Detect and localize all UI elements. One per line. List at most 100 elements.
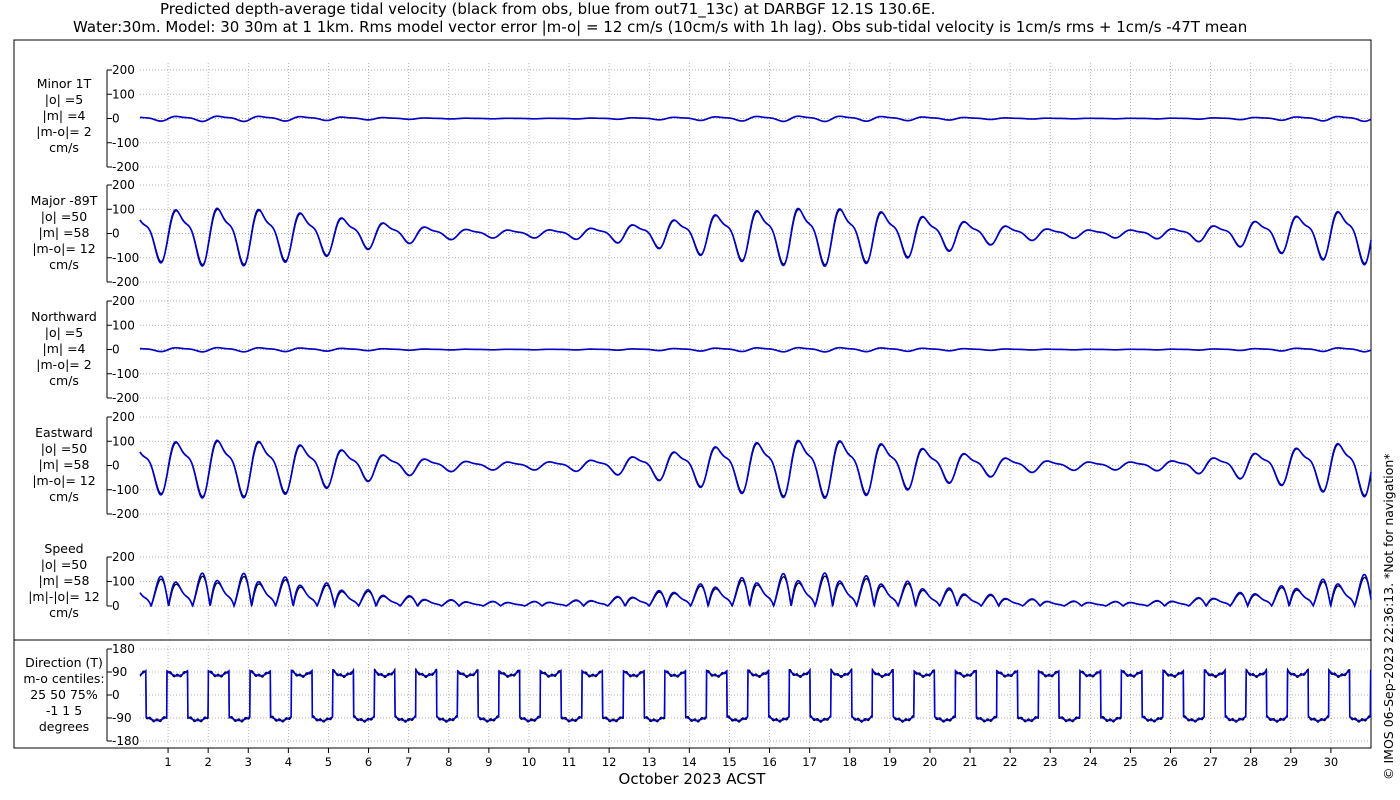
- y-tick-label: 200: [112, 410, 135, 424]
- x-tick-label: 28: [1243, 755, 1258, 769]
- x-tick-label: 8: [445, 755, 452, 769]
- y-tick-label: -100: [112, 367, 139, 381]
- x-tick-label: 11: [562, 755, 577, 769]
- x-tick-label: 24: [1083, 755, 1098, 769]
- panel-label: Minor 1T: [37, 76, 92, 91]
- obs-series-line: [139, 440, 1372, 498]
- panel-northward: 200 100 0 -100 -200 Northward|o| =5|m| =4|m-o…: [31, 294, 1372, 405]
- copyright-notice: © IMOS 06-Sep-2023 22:36:13. *Not for na…: [1381, 453, 1396, 780]
- obs-series-line: [139, 667, 1372, 723]
- y-tick-label: -100: [112, 136, 139, 150]
- y-tick-label: 200: [112, 294, 135, 308]
- x-tick-label: 7: [405, 755, 412, 769]
- panel-direction: 180 90 0 -90 -180 Direction (T)m-o centiles:2…: [23, 642, 1372, 748]
- x-tick-label: 9: [485, 755, 492, 769]
- y-tick-label: 200: [112, 178, 135, 192]
- panel-label: 25 50 75%: [30, 687, 98, 702]
- panel-label: |m| =58: [39, 573, 90, 588]
- y-tick-label: -200: [112, 275, 139, 289]
- model-series-line: [139, 668, 1372, 722]
- panel-label: degrees: [39, 719, 89, 734]
- y-tick-label: -100: [112, 251, 139, 265]
- panel-label: cm/s: [49, 140, 79, 155]
- y-tick-label: -200: [112, 160, 139, 174]
- x-tick-label: 26: [1163, 755, 1178, 769]
- panel-label: |m-o|= 12: [32, 241, 95, 256]
- x-tick-label: 12: [602, 755, 617, 769]
- panel-label: |m|-|o|= 12: [28, 589, 100, 604]
- panel-label: -1 1 5: [46, 703, 82, 718]
- panel-label: |o| =50: [41, 557, 87, 572]
- x-axis-label: October 2023 ACST: [619, 770, 767, 788]
- vertical-gridlines: [167, 63, 1332, 745]
- x-tick-label: 14: [682, 755, 697, 769]
- panel-label: m-o centiles:: [23, 671, 104, 686]
- x-tick-label: 16: [762, 755, 777, 769]
- x-tick-label: 2: [205, 755, 212, 769]
- y-tick-label: 200: [112, 550, 135, 564]
- x-tick-label: 17: [802, 755, 817, 769]
- x-tick-label: 21: [963, 755, 978, 769]
- panel-label: |o| =50: [41, 209, 87, 224]
- y-tick-label: 0: [112, 459, 120, 473]
- y-tick-label: 0: [112, 112, 120, 126]
- panel-label: |m| =58: [39, 225, 90, 240]
- y-tick-label: 0: [112, 227, 120, 241]
- x-tick-label: 3: [245, 755, 252, 769]
- y-tick-label: 90: [112, 665, 127, 679]
- y-tick-label: -200: [112, 507, 139, 521]
- obs-series-line: [139, 575, 1372, 609]
- y-tick-label: 100: [112, 434, 135, 448]
- panel-label: |m-o|= 2: [36, 357, 91, 372]
- y-tick-label: -100: [112, 483, 139, 497]
- panel-label: cm/s: [49, 373, 79, 388]
- x-tick-label: 13: [642, 755, 657, 769]
- y-tick-label: 200: [112, 63, 135, 77]
- y-tick-label: -180: [112, 734, 139, 748]
- panel-major: 200 100 0 -100 -200 Major -89T|o| =50|m| =58|…: [31, 178, 1372, 289]
- x-tick-label: 5: [325, 755, 332, 769]
- panel-label: |m-o|= 2: [36, 124, 91, 139]
- obs-series-line: [139, 208, 1372, 266]
- panel-minor: 200 100 0 -100 -200 Minor 1T|o| =5|m| =4|m-o|…: [36, 63, 1372, 174]
- y-tick-label: 100: [112, 318, 135, 332]
- x-axis: 1 2 3 4 5 6 7 8 9 10 11 12 13 14 15 16 17 18 19 20 21 22 23 24 2…: [164, 748, 1338, 788]
- x-tick-label: 27: [1203, 755, 1218, 769]
- panel-label: Eastward: [35, 425, 93, 440]
- y-tick-label: -90: [112, 711, 132, 725]
- y-tick-label: 100: [112, 575, 135, 589]
- y-tick-label: 0: [112, 599, 120, 613]
- x-tick-label: 20: [923, 755, 938, 769]
- panel-label: |o| =5: [45, 325, 83, 340]
- panel-label: cm/s: [49, 489, 79, 504]
- y-tick-label: 180: [112, 642, 135, 656]
- x-tick-label: 6: [365, 755, 372, 769]
- x-tick-label: 22: [1003, 755, 1018, 769]
- panel-label: |m| =58: [39, 457, 90, 472]
- x-tick-label: 4: [285, 755, 292, 769]
- x-tick-label: 23: [1043, 755, 1058, 769]
- panel-label: cm/s: [49, 257, 79, 272]
- x-tick-label: 25: [1123, 755, 1138, 769]
- x-tick-label: 10: [522, 755, 537, 769]
- upper-frame: [13, 39, 1372, 641]
- panel-label: Direction (T): [25, 655, 103, 670]
- panel-label: Major -89T: [31, 193, 98, 208]
- y-tick-label: 100: [112, 87, 135, 101]
- x-tick-label: 29: [1283, 755, 1298, 769]
- panel-label: cm/s: [49, 605, 79, 620]
- y-tick-label: 0: [112, 688, 120, 702]
- direction-frame: [13, 639, 1372, 749]
- x-tick-label: 19: [883, 755, 898, 769]
- panel-label: |m-o|= 12: [32, 473, 95, 488]
- x-tick-label: 30: [1324, 755, 1339, 769]
- panel-label: Northward: [31, 309, 97, 324]
- y-tick-label: 0: [112, 343, 120, 357]
- tidal-velocity-figure: 2001000-100-200Minor 1T|o| =5|m| =4|m-o|…: [13, 39, 1372, 788]
- x-tick-label: 15: [722, 755, 737, 769]
- y-tick-label: -200: [112, 391, 139, 405]
- panel-label: Speed: [44, 541, 83, 556]
- panel-label: |o| =50: [41, 441, 87, 456]
- panel-label: |m| =4: [43, 341, 86, 356]
- y-tick-label: 100: [112, 202, 135, 216]
